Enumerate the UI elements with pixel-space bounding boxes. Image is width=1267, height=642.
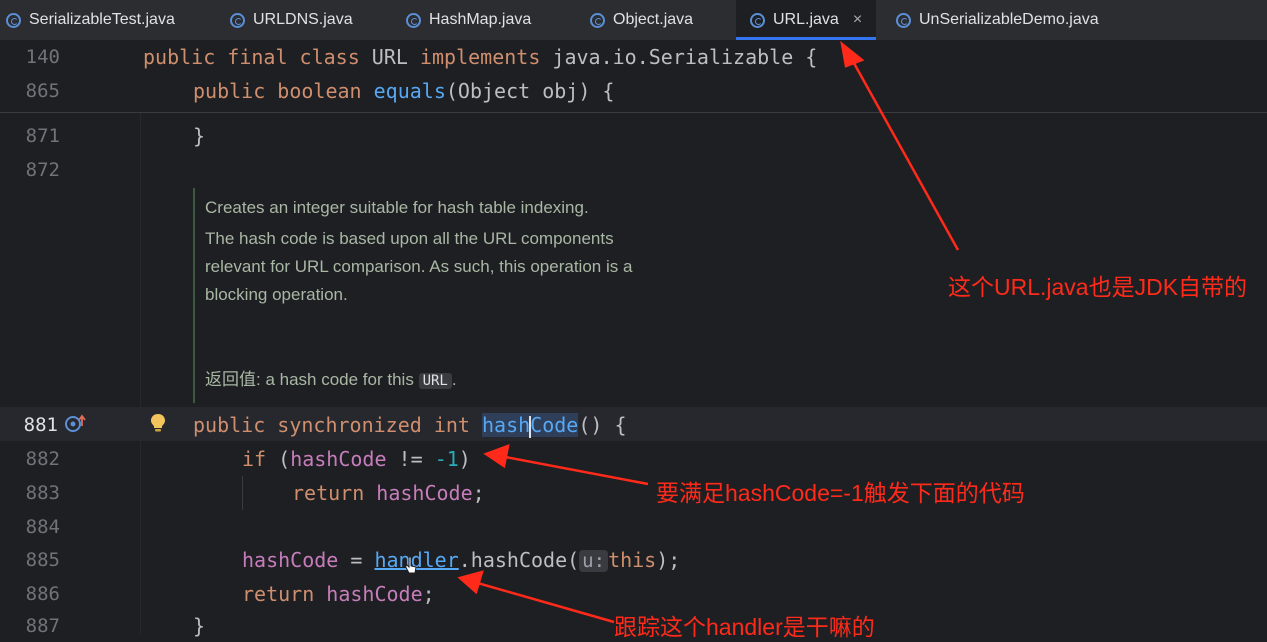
annotation-text: 跟踪这个handler是干嘛的 bbox=[614, 614, 875, 640]
arrow-line bbox=[848, 55, 960, 251]
arrow-line bbox=[499, 454, 649, 486]
annotation-arrows bbox=[457, 40, 960, 624]
arrow-line bbox=[473, 580, 615, 624]
arrowhead bbox=[840, 40, 865, 68]
annotation-text: 这个URL.java也是JDK自带的 bbox=[948, 274, 1248, 300]
arrowhead bbox=[483, 444, 510, 469]
arrowhead bbox=[457, 570, 484, 595]
annotation-text: 要满足hashCode=-1触发下面的代码 bbox=[656, 480, 1025, 506]
